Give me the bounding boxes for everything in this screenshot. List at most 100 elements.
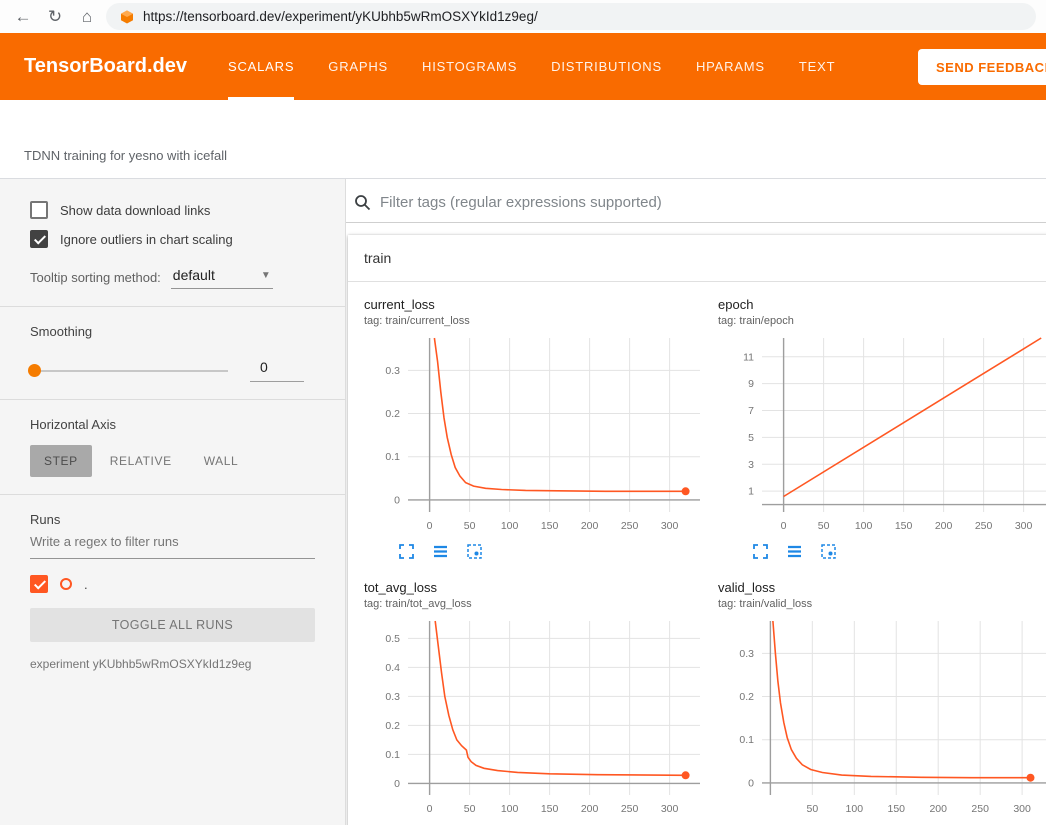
horizontal-axis-buttons: STEP RELATIVE WALL — [30, 445, 315, 477]
run-checkbox[interactable] — [30, 575, 48, 593]
smoothing-value[interactable]: 0 — [250, 359, 304, 382]
svg-text:100: 100 — [501, 803, 519, 815]
tab-scalars[interactable]: SCALARS — [228, 33, 294, 100]
expand-chart-icon[interactable] — [752, 543, 769, 560]
svg-text:0.3: 0.3 — [385, 691, 400, 703]
experiment-subtitle: TDNN training for yesno with icefall — [24, 148, 227, 163]
home-icon[interactable]: ⌂ — [74, 4, 100, 30]
url-text: https://tensorboard.dev/experiment/yKUbh… — [143, 9, 538, 24]
svg-text:200: 200 — [935, 520, 953, 532]
svg-text:0.1: 0.1 — [385, 451, 400, 463]
chart-card-current-loss: current_loss tag: train/current_loss 0 0.… — [364, 297, 706, 560]
app-header: TensorBoard.dev SCALARS GRAPHS HISTOGRAM… — [0, 33, 1046, 100]
svg-text:0.1: 0.1 — [385, 749, 400, 761]
divider — [0, 306, 345, 307]
search-icon — [354, 194, 371, 211]
svg-text:3: 3 — [748, 459, 754, 471]
svg-text:0: 0 — [748, 777, 754, 789]
train-section-card: train current_loss tag: train/current_lo… — [348, 235, 1046, 825]
back-icon[interactable]: ← — [10, 4, 36, 30]
svg-text:0.4: 0.4 — [385, 662, 400, 674]
svg-text:300: 300 — [1013, 803, 1031, 815]
chart-tag: tag: train/valid_loss — [718, 598, 1046, 610]
axis-wall-button[interactable]: WALL — [190, 445, 253, 477]
expand-chart-icon[interactable] — [398, 543, 415, 560]
tab-graphs[interactable]: GRAPHS — [328, 33, 388, 100]
svg-text:100: 100 — [846, 803, 864, 815]
axis-relative-button[interactable]: RELATIVE — [96, 445, 186, 477]
tab-histograms[interactable]: HISTOGRAMS — [422, 33, 517, 100]
axis-step-button[interactable]: STEP — [30, 445, 92, 477]
svg-text:200: 200 — [581, 803, 599, 815]
svg-text:200: 200 — [929, 803, 947, 815]
chart-card-tot-avg-loss: tot_avg_loss tag: train/tot_avg_loss 00.… — [364, 580, 706, 825]
line-chart[interactable]: 1357911050100150200250300 — [718, 332, 1046, 538]
browser-toolbar: ← ↻ ⌂ https://tensorboard.dev/experiment… — [0, 0, 1046, 33]
svg-text:7: 7 — [748, 405, 754, 417]
svg-text:0: 0 — [394, 494, 400, 506]
svg-text:250: 250 — [621, 803, 639, 815]
chart-title: current_loss — [364, 297, 706, 312]
tooltip-sorting-select[interactable]: default ▼ — [171, 265, 273, 289]
svg-text:0.3: 0.3 — [385, 365, 400, 377]
svg-text:300: 300 — [661, 803, 679, 815]
checkbox-label: Show data download links — [60, 203, 210, 218]
tooltip-sorting-row: Tooltip sorting method: default ▼ — [30, 265, 315, 289]
toggle-all-runs-button[interactable]: TOGGLE ALL RUNS — [30, 608, 315, 642]
charts-grid: current_loss tag: train/current_loss 0 0.… — [348, 282, 1046, 825]
reload-icon[interactable]: ↻ — [42, 4, 68, 30]
svg-text:5: 5 — [748, 432, 754, 444]
experiment-id-label: experiment yKUbhb5wRmOSXYkId1z9eg — [30, 657, 315, 671]
chart-title: tot_avg_loss — [364, 580, 706, 595]
smoothing-label: Smoothing — [30, 324, 315, 339]
svg-text:0: 0 — [781, 520, 787, 532]
checkbox-icon[interactable] — [30, 201, 48, 219]
chart-card-epoch: epoch tag: train/epoch 13579110501001502… — [718, 297, 1046, 560]
tab-distributions[interactable]: DISTRIBUTIONS — [551, 33, 662, 100]
svg-text:0.1: 0.1 — [739, 734, 754, 746]
smoothing-slider[interactable] — [30, 370, 228, 372]
line-chart[interactable]: 00.10.20.30.40.5050100150200250300 — [364, 615, 706, 821]
svg-text:300: 300 — [1015, 520, 1033, 532]
svg-text:150: 150 — [541, 803, 559, 815]
run-row[interactable]: . — [30, 575, 315, 593]
svg-text:300: 300 — [661, 520, 679, 532]
tag-filter-row — [346, 179, 1046, 223]
experiment-subheader: TDNN training for yesno with icefall — [0, 100, 1046, 179]
data-list-icon[interactable] — [432, 543, 449, 560]
show-download-links-checkbox-row[interactable]: Show data download links — [30, 201, 315, 219]
horizontal-axis-label: Horizontal Axis — [30, 417, 315, 432]
fit-domain-icon[interactable] — [466, 543, 483, 560]
svg-text:150: 150 — [887, 803, 905, 815]
svg-text:0: 0 — [427, 520, 433, 532]
line-chart[interactable]: 00.10.20.3050100150200250300 — [364, 332, 706, 538]
chart-tag: tag: train/current_loss — [364, 315, 706, 327]
svg-text:150: 150 — [895, 520, 913, 532]
fit-domain-icon[interactable] — [820, 543, 837, 560]
divider — [0, 399, 345, 400]
tab-text[interactable]: TEXT — [799, 33, 835, 100]
svg-text:0.5: 0.5 — [385, 633, 400, 645]
ignore-outliers-checkbox-row[interactable]: Ignore outliers in chart scaling — [30, 230, 315, 248]
svg-text:1: 1 — [748, 486, 754, 498]
tab-hparams[interactable]: HPARAMS — [696, 33, 765, 100]
svg-text:50: 50 — [807, 803, 819, 815]
svg-text:100: 100 — [855, 520, 873, 532]
checkbox-icon[interactable] — [30, 230, 48, 248]
slider-knob[interactable] — [28, 364, 41, 377]
data-list-icon[interactable] — [786, 543, 803, 560]
tag-filter-input[interactable] — [380, 194, 1046, 211]
line-chart[interactable]: 00.10.20.350100150200250300 — [718, 615, 1046, 821]
send-feedback-button[interactable]: SEND FEEDBACK — [918, 49, 1046, 85]
app-logo: TensorBoard.dev — [24, 55, 202, 78]
svg-text:0.2: 0.2 — [385, 720, 400, 732]
address-bar[interactable]: https://tensorboard.dev/experiment/yKUbh… — [106, 3, 1036, 30]
nav-tabs: SCALARS GRAPHS HISTOGRAMS DISTRIBUTIONS … — [228, 33, 835, 100]
runs-filter-input[interactable] — [30, 527, 315, 559]
train-section-header[interactable]: train — [348, 235, 1046, 282]
svg-text:0.2: 0.2 — [739, 691, 754, 703]
run-color-swatch — [60, 578, 72, 590]
svg-text:150: 150 — [541, 520, 559, 532]
chart-toolbar — [398, 543, 706, 560]
svg-text:50: 50 — [464, 803, 476, 815]
